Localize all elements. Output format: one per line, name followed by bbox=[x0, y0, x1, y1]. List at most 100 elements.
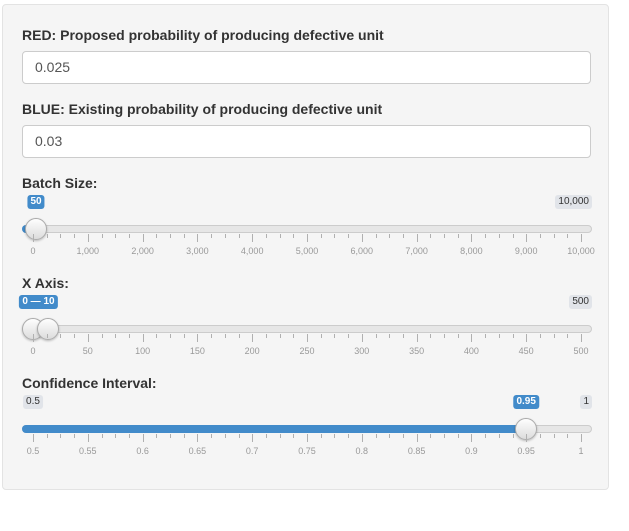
tick-mark bbox=[581, 334, 582, 342]
tick-mark bbox=[361, 334, 363, 342]
slider-track[interactable] bbox=[22, 325, 592, 333]
blue-prob-input[interactable]: 0.03 bbox=[22, 125, 591, 158]
tick-mark bbox=[142, 234, 144, 242]
tick-mark bbox=[567, 234, 569, 238]
confidence-interval-slider[interactable]: 0.5 1 0.95 0.5 0.55 0.6 0.65 0.7 0.75 0.8 0.85 0.9 0… bbox=[22, 395, 592, 461]
slider-track[interactable] bbox=[22, 225, 592, 233]
tick-mark bbox=[498, 234, 500, 238]
tick-label: 4,000 bbox=[240, 246, 264, 256]
tick-label: 0.9 bbox=[465, 446, 478, 456]
tick-mark bbox=[293, 434, 295, 438]
tick-mark bbox=[485, 434, 487, 438]
tick-mark bbox=[87, 434, 89, 442]
blue-prob-label: BLUE: Existing probability of producing … bbox=[22, 101, 383, 117]
slider-max-badge: 500 bbox=[569, 295, 592, 309]
tick-mark bbox=[416, 234, 418, 242]
tick-mark bbox=[128, 434, 130, 438]
tick-mark bbox=[539, 334, 541, 338]
tick-label: 1,000 bbox=[76, 246, 100, 256]
tick-label: 9,000 bbox=[514, 246, 538, 256]
x-axis-slider[interactable]: 500 0 — 10 0 50 100 150 200 250 300 350 400 450 500 bbox=[19, 295, 592, 361]
tick-mark bbox=[197, 434, 199, 442]
tick-mark bbox=[485, 334, 487, 338]
tick-label: 0.5 bbox=[26, 446, 40, 456]
tick-mark bbox=[526, 234, 528, 242]
tick-mark bbox=[60, 234, 62, 238]
tick-mark bbox=[224, 234, 226, 238]
tick-mark bbox=[142, 434, 144, 442]
tick-mark bbox=[74, 434, 76, 438]
tick-mark bbox=[74, 334, 76, 338]
tick-mark bbox=[252, 434, 254, 442]
slider-min-badge: 0.5 bbox=[23, 395, 43, 409]
tick-mark bbox=[416, 334, 418, 342]
tick-label: 50 bbox=[82, 346, 93, 356]
confidence-interval-label: Confidence Interval: bbox=[22, 375, 157, 391]
tick-mark bbox=[60, 434, 62, 438]
tick-mark bbox=[33, 234, 34, 242]
tick-mark bbox=[471, 234, 473, 242]
tick-mark bbox=[293, 334, 295, 338]
tick-mark bbox=[553, 434, 555, 438]
slider-ticks bbox=[22, 234, 592, 244]
tick-mark bbox=[46, 334, 48, 338]
tick-mark bbox=[471, 434, 473, 442]
tick-mark bbox=[211, 434, 213, 438]
tick-label: 300 bbox=[354, 346, 370, 356]
tick-mark bbox=[183, 334, 185, 338]
tick-mark bbox=[457, 334, 459, 338]
tick-mark bbox=[348, 334, 350, 338]
x-axis-label: X Axis: bbox=[22, 275, 69, 291]
tick-mark bbox=[238, 234, 240, 238]
tick-label: 7,000 bbox=[405, 246, 428, 256]
tick-mark bbox=[46, 234, 48, 238]
tick-mark bbox=[156, 434, 158, 438]
tick-mark bbox=[512, 434, 514, 438]
tick-mark bbox=[444, 334, 445, 338]
tick-label: 350 bbox=[409, 346, 425, 356]
tick-mark bbox=[539, 234, 541, 238]
tick-mark bbox=[142, 334, 144, 342]
tick-mark bbox=[307, 334, 308, 342]
slider-value-badge: 50 bbox=[27, 195, 45, 209]
tick-mark bbox=[416, 434, 418, 442]
slider-value-badge: 0 — 10 bbox=[19, 295, 58, 309]
red-prob-input[interactable]: 0.025 bbox=[22, 51, 591, 84]
tick-label: 0.7 bbox=[245, 446, 259, 456]
slider-max-badge: 10,000 bbox=[555, 195, 592, 209]
tick-mark bbox=[512, 234, 514, 238]
tick-label: 8,000 bbox=[460, 246, 483, 256]
tick-mark bbox=[389, 434, 391, 438]
tick-mark bbox=[320, 234, 322, 238]
batch-size-label: Batch Size: bbox=[22, 175, 98, 191]
tick-mark bbox=[128, 234, 130, 238]
slider-fill-bar bbox=[22, 425, 527, 433]
tick-mark bbox=[320, 334, 322, 338]
tick-label: 150 bbox=[189, 346, 205, 356]
tick-mark bbox=[307, 434, 308, 442]
tick-label: 500 bbox=[573, 346, 589, 356]
tick-mark bbox=[115, 234, 117, 238]
tick-label: 0.8 bbox=[355, 446, 369, 456]
tick-label: 200 bbox=[244, 346, 260, 356]
tick-label: 450 bbox=[518, 346, 534, 356]
tick-mark bbox=[375, 434, 377, 438]
tick-label: 100 bbox=[135, 346, 151, 356]
tick-mark bbox=[252, 334, 254, 342]
tick-mark bbox=[402, 334, 404, 338]
tick-mark bbox=[485, 234, 487, 238]
tick-mark bbox=[46, 434, 48, 438]
tick-mark bbox=[430, 434, 432, 438]
tick-label: 0.85 bbox=[407, 446, 426, 456]
tick-mark bbox=[430, 334, 432, 338]
slider-value-badge: 0.95 bbox=[513, 395, 539, 409]
tick-mark bbox=[361, 234, 363, 242]
tick-mark bbox=[471, 334, 473, 342]
batch-size-slider[interactable]: 10,000 50 0 1,000 2,000 3,000 4,000 5,000 6,000 7… bbox=[22, 195, 595, 261]
tick-mark bbox=[512, 334, 514, 338]
tick-mark bbox=[320, 434, 322, 438]
tick-mark bbox=[197, 334, 199, 342]
tick-mark bbox=[279, 334, 281, 338]
tick-mark bbox=[238, 434, 240, 438]
tick-mark bbox=[307, 234, 308, 242]
